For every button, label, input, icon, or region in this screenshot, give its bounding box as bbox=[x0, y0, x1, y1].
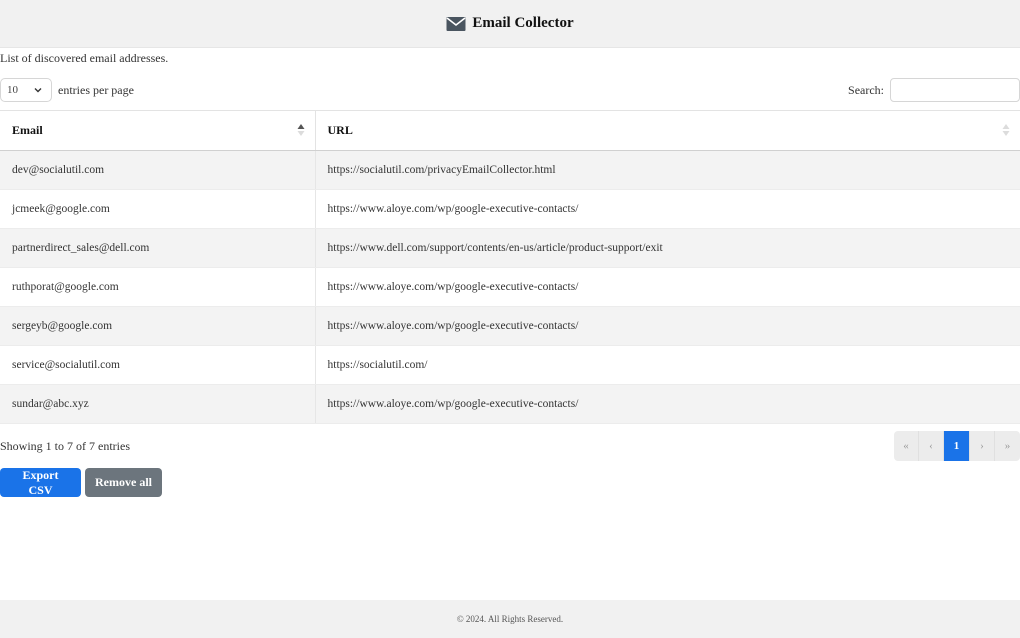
envelope-icon bbox=[446, 16, 466, 31]
url-cell: https://www.dell.com/support/contents/en… bbox=[315, 228, 1020, 268]
page-prev-button[interactable]: ‹ bbox=[919, 431, 944, 461]
pagination: « ‹ 1 › » bbox=[894, 431, 1020, 461]
email-cell: ruthporat@google.com bbox=[0, 267, 316, 307]
sort-icon bbox=[1002, 124, 1010, 136]
page-length-select[interactable]: 10 bbox=[0, 78, 52, 102]
app-title: Email Collector bbox=[472, 15, 574, 31]
url-cell: https://www.aloye.com/wp/google-executiv… bbox=[315, 306, 1020, 346]
page-next-button[interactable]: › bbox=[970, 431, 995, 461]
table-row: partnerdirect_sales@dell.com https://www… bbox=[0, 228, 1020, 268]
page-length-control: 10 entries per page bbox=[0, 78, 134, 102]
table-header-row: Email URL bbox=[0, 110, 1020, 151]
table-row: sundar@abc.xyz https://www.aloye.com/wp/… bbox=[0, 384, 1020, 424]
url-cell: https://socialutil.com/ bbox=[315, 345, 1020, 385]
email-cell: sergeyb@google.com bbox=[0, 306, 316, 346]
url-cell: https://socialutil.com/privacyEmailColle… bbox=[315, 150, 1020, 190]
email-cell: partnerdirect_sales@dell.com bbox=[0, 228, 316, 268]
url-cell: https://www.aloye.com/wp/google-executiv… bbox=[315, 384, 1020, 424]
sort-ascending-icon bbox=[297, 124, 304, 136]
page-length-value: 10 bbox=[7, 84, 18, 96]
table-controls: 10 entries per page Search: bbox=[0, 70, 1020, 110]
table-row: dev@socialutil.com https://socialutil.co… bbox=[0, 150, 1020, 190]
email-cell: sundar@abc.xyz bbox=[0, 384, 316, 424]
export-csv-button[interactable]: Export CSV bbox=[0, 468, 81, 497]
table-row: sergeyb@google.com https://www.aloye.com… bbox=[0, 306, 1020, 346]
search-input[interactable] bbox=[890, 78, 1020, 102]
email-cell: service@socialutil.com bbox=[0, 345, 316, 385]
page-subtitle: List of discovered email addresses. bbox=[0, 51, 169, 65]
page-first-button[interactable]: « bbox=[894, 431, 919, 461]
page-length-label: entries per page bbox=[58, 82, 134, 97]
email-cell: jcmeek@google.com bbox=[0, 189, 316, 229]
copyright-text: © 2024. All Rights Reserved. bbox=[456, 614, 564, 624]
table-row: ruthporat@google.com https://www.aloye.c… bbox=[0, 267, 1020, 307]
url-cell: https://www.aloye.com/wp/google-executiv… bbox=[315, 189, 1020, 229]
column-header-email-label: Email bbox=[12, 123, 43, 137]
app-title-wrap: Email Collector bbox=[446, 15, 574, 32]
page-footer: © 2024. All Rights Reserved. bbox=[0, 600, 1020, 638]
table-info: Showing 1 to 7 of 7 entries bbox=[0, 438, 130, 453]
table-row: jcmeek@google.com https://www.aloye.com/… bbox=[0, 189, 1020, 229]
app-header: Email Collector bbox=[0, 0, 1020, 48]
page-current-button[interactable]: 1 bbox=[944, 431, 970, 461]
table-footer: Showing 1 to 7 of 7 entries « ‹ 1 › » bbox=[0, 424, 1020, 468]
remove-all-button[interactable]: Remove all bbox=[85, 468, 162, 497]
column-header-url-label: URL bbox=[327, 123, 353, 137]
column-header-url[interactable]: URL bbox=[315, 110, 1020, 151]
search-label: Search: bbox=[848, 82, 884, 97]
search-control: Search: bbox=[848, 78, 1020, 102]
chevron-down-icon bbox=[34, 88, 42, 93]
action-buttons: Export CSV Remove all bbox=[0, 468, 1020, 497]
page-last-button[interactable]: » bbox=[995, 431, 1020, 461]
url-cell: https://www.aloye.com/wp/google-executiv… bbox=[315, 267, 1020, 307]
column-header-email[interactable]: Email bbox=[0, 110, 316, 151]
table-row: service@socialutil.com https://socialuti… bbox=[0, 345, 1020, 385]
email-cell: dev@socialutil.com bbox=[0, 150, 316, 190]
email-table: Email URL dev@socialutil.com https://soc… bbox=[0, 110, 1020, 424]
